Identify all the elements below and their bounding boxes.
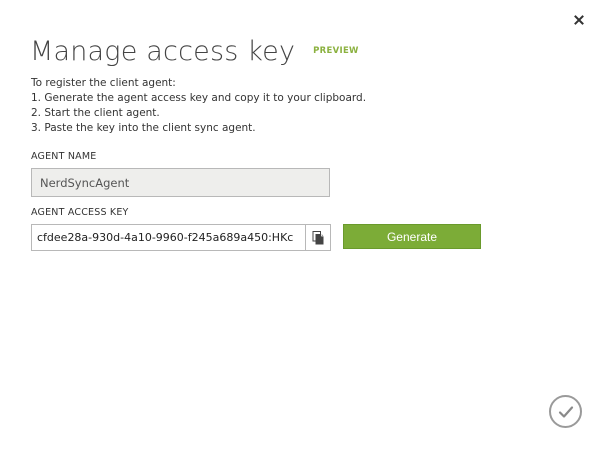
close-button[interactable] <box>570 11 588 29</box>
manage-access-key-dialog: Manage access key PREVIEW To register th… <box>0 0 600 450</box>
checkmark-icon <box>558 405 573 418</box>
title-row: Manage access key PREVIEW <box>30 36 359 67</box>
instructions: To register the client agent: 1. Generat… <box>31 76 366 136</box>
instruction-step: 1. Generate the agent access key and cop… <box>31 92 367 104</box>
close-icon <box>574 15 584 25</box>
agent-name-label: AGENT NAME <box>31 151 97 162</box>
agent-access-key-group <box>31 224 331 251</box>
agent-name-field[interactable] <box>31 168 330 197</box>
copy-key-button[interactable] <box>305 225 330 250</box>
instructions-intro: To register the client agent: <box>31 77 176 89</box>
agent-access-key-field[interactable] <box>32 225 305 250</box>
instruction-step: 3. Paste the key into the client sync ag… <box>31 122 256 134</box>
preview-badge: PREVIEW <box>313 46 359 56</box>
instruction-step: 2. Start the client agent. <box>31 107 160 119</box>
generate-button[interactable]: Generate <box>343 224 481 249</box>
ok-button[interactable] <box>549 395 582 428</box>
agent-access-key-label: AGENT ACCESS KEY <box>31 207 129 218</box>
copy-icon <box>312 230 324 244</box>
dialog-title: Manage access key <box>30 36 296 67</box>
